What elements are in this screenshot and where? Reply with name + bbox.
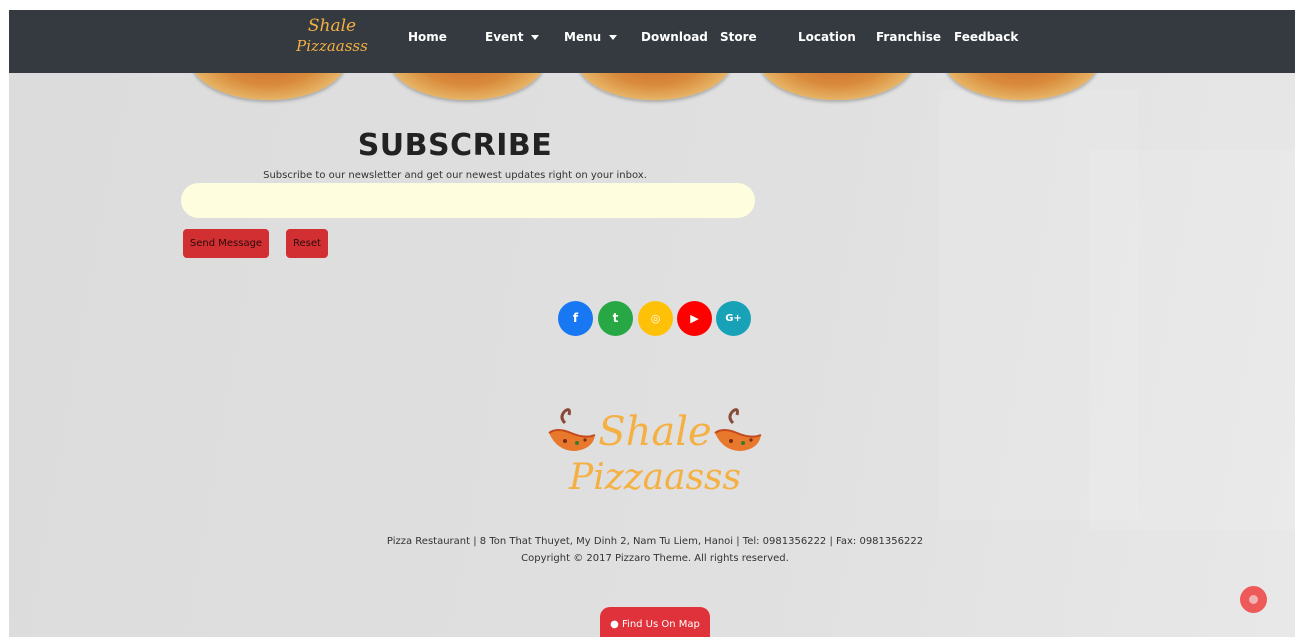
instagram-icon[interactable]: ◎: [638, 301, 673, 336]
find-us-on-map-label: Find Us On Map: [622, 619, 700, 630]
reset-button[interactable]: Reset: [286, 229, 328, 258]
chevron-down-icon: [609, 35, 618, 40]
background-decoration: [1089, 150, 1295, 530]
nav-store[interactable]: Store: [720, 30, 757, 44]
nav-event[interactable]: Event: [485, 30, 540, 44]
google-plus-icon[interactable]: G+: [716, 301, 751, 336]
youtube-icon[interactable]: ▶: [677, 301, 712, 336]
map-marker-icon: ●: [610, 619, 619, 630]
send-message-button[interactable]: Send Message: [183, 229, 269, 258]
nav-menu[interactable]: Menu: [564, 30, 618, 44]
nav-home[interactable]: Home: [408, 30, 447, 44]
navbar: Shale Pizzaasss Home Event Menu Download…: [9, 10, 1295, 73]
nav-franchise[interactable]: Franchise: [876, 30, 941, 44]
footer-logo-line2: Pizzaasss: [568, 457, 741, 498]
footer-copyright: Copyright © 2017 Pizzaro Theme. All righ…: [521, 553, 789, 564]
brand-logo-line2: Pizzaasss: [296, 37, 368, 55]
newsletter-email-input[interactable]: [181, 183, 755, 218]
nav-feedback[interactable]: Feedback: [954, 30, 1018, 44]
nav-location[interactable]: Location: [798, 30, 856, 44]
find-us-on-map-button[interactable]: ● Find Us On Map: [600, 607, 710, 637]
footer-address: Pizza Restaurant | 8 Ton That Thuyet, My…: [386, 536, 924, 547]
subscribe-subtitle: Subscribe to our newsletter and get our …: [263, 170, 647, 181]
page: Shale Pizzaasss Home Event Menu Download…: [9, 10, 1295, 637]
scroll-top-icon[interactable]: [1240, 586, 1267, 613]
brand-logo-line1: Shale: [307, 16, 357, 36]
brand-logo[interactable]: Shale Pizzaasss: [287, 12, 377, 64]
footer-logo: Shale Pizzaasss: [548, 408, 762, 498]
chevron-down-icon: [531, 35, 540, 40]
subscribe-title: SUBSCRIBE: [357, 128, 553, 163]
nav-event-label: Event: [485, 30, 524, 44]
nav-download[interactable]: Download: [641, 30, 708, 44]
footer-logo-line1: Shale: [598, 409, 711, 455]
facebook-icon[interactable]: f: [558, 301, 593, 336]
nav-menu-label: Menu: [564, 30, 602, 44]
twitter-icon[interactable]: t: [598, 301, 633, 336]
